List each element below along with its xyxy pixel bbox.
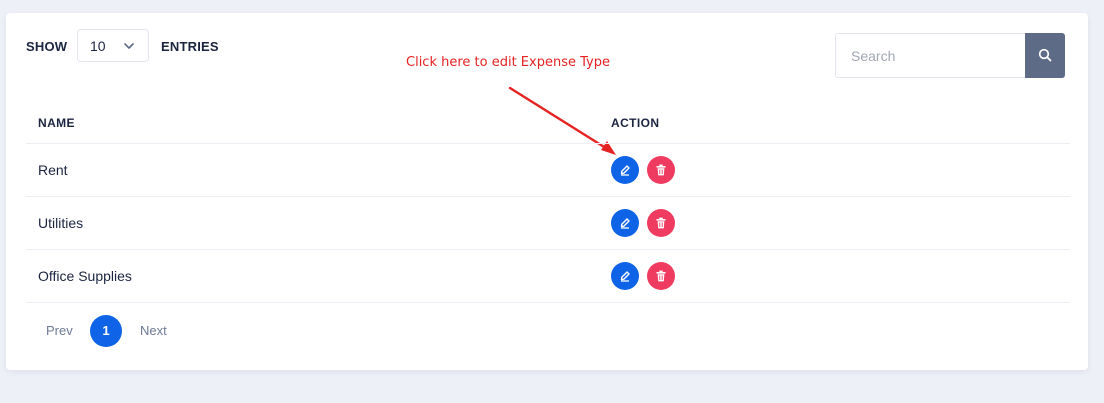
edit-button[interactable] [611, 156, 639, 184]
table-row: Utilities [26, 197, 1070, 250]
table-header-row: NAME ACTION [26, 101, 1070, 144]
expense-types-table: NAME ACTION Rent Utilities Office Suppli… [26, 101, 1070, 303]
delete-button[interactable] [647, 262, 675, 290]
current-page-button[interactable]: 1 [90, 315, 122, 347]
trash-icon [656, 217, 666, 229]
pencil-icon [620, 271, 630, 282]
table-row: Office Supplies [26, 250, 1070, 303]
trash-icon [656, 164, 666, 176]
trash-icon [656, 270, 666, 282]
next-page-link[interactable]: Next [140, 323, 167, 338]
search-icon [1038, 48, 1052, 62]
show-label: SHOW [26, 39, 68, 54]
entries-card: SHOW 10 ENTRIES Click here to edit Expen… [6, 13, 1088, 370]
search-box [835, 33, 1065, 78]
row-name-cell: Rent [38, 162, 68, 178]
page-size-value: 10 [90, 38, 106, 54]
page-size-select[interactable]: 10 [77, 29, 149, 62]
prev-page-link[interactable]: Prev [46, 323, 73, 338]
edit-button[interactable] [611, 262, 639, 290]
table-row: Rent [26, 144, 1070, 197]
row-name-cell: Office Supplies [38, 268, 132, 284]
row-name-cell: Utilities [38, 215, 84, 231]
pencil-icon [620, 165, 630, 176]
entries-label: ENTRIES [161, 39, 219, 54]
edit-button[interactable] [611, 209, 639, 237]
pencil-icon [620, 218, 630, 229]
column-header-name: NAME [38, 116, 75, 130]
delete-button[interactable] [647, 209, 675, 237]
chevron-down-icon [124, 43, 134, 49]
column-header-action: ACTION [611, 116, 660, 130]
delete-button[interactable] [647, 156, 675, 184]
annotation-text: Click here to edit Expense Type [406, 55, 610, 70]
search-button[interactable] [1025, 33, 1065, 78]
search-input[interactable] [835, 33, 1025, 78]
